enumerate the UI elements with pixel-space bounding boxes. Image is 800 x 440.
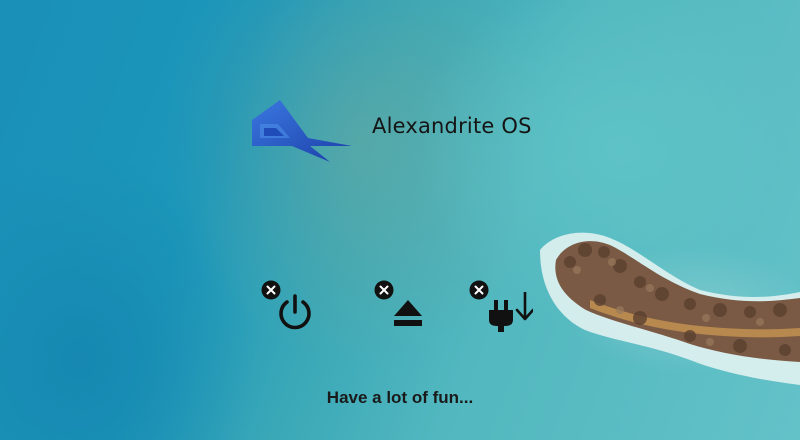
branding: Alexandrite OS bbox=[250, 98, 550, 168]
eject-action[interactable] bbox=[374, 280, 454, 340]
eject-icon[interactable] bbox=[388, 292, 428, 332]
unplug-action[interactable] bbox=[469, 280, 549, 340]
unplug-download-icon[interactable] bbox=[483, 292, 533, 332]
alexandrite-logo-icon bbox=[252, 100, 352, 162]
desktop-background bbox=[0, 0, 800, 440]
power-icon[interactable] bbox=[275, 292, 315, 332]
tagline: Have a lot of fun... bbox=[326, 388, 474, 407]
power-off-action[interactable] bbox=[261, 280, 341, 340]
os-title: Alexandrite OS bbox=[372, 114, 532, 138]
